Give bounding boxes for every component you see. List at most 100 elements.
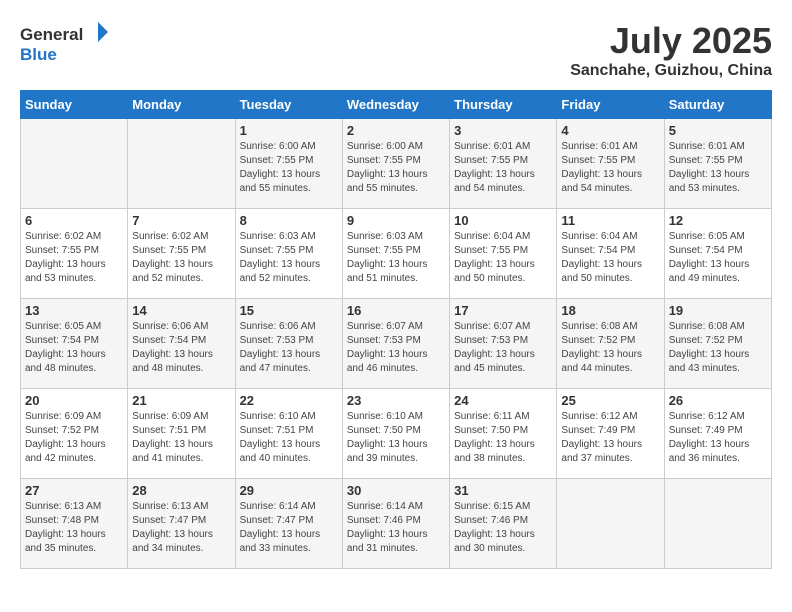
calendar-cell: 21 Sunrise: 6:09 AMSunset: 7:51 PMDayligh… — [128, 389, 235, 479]
svg-text:General: General — [20, 25, 83, 44]
calendar-cell: 8 Sunrise: 6:03 AMSunset: 7:55 PMDaylight… — [235, 209, 342, 299]
day-info: Sunrise: 6:10 AMSunset: 7:51 PMDaylight:… — [240, 410, 338, 466]
calendar-cell: 31 Sunrise: 6:15 AMSunset: 7:46 PMDayligh… — [450, 479, 557, 569]
day-info: Sunrise: 6:09 AMSunset: 7:51 PMDaylight:… — [132, 410, 230, 466]
calendar-day-header: Tuesday — [235, 91, 342, 119]
day-number: 22 — [240, 393, 338, 408]
day-info: Sunrise: 6:04 AMSunset: 7:55 PMDaylight:… — [454, 230, 552, 286]
calendar-week-row: 6Sunrise: 6:02 AMSunset: 7:55 PMDaylight… — [21, 209, 772, 299]
calendar-week-row: 1 Sunrise: 6:00 AMSunset: 7:55 PMDaylight… — [21, 119, 772, 209]
calendar-day-header: Thursday — [450, 91, 557, 119]
svg-text:Blue: Blue — [20, 45, 57, 64]
calendar-cell: 5 Sunrise: 6:01 AMSunset: 7:55 PMDaylight… — [664, 119, 771, 209]
day-number: 18 — [561, 303, 659, 318]
calendar-cell — [664, 479, 771, 569]
day-info: Sunrise: 6:13 AMSunset: 7:48 PMDaylight:… — [25, 500, 123, 556]
day-number: 26 — [669, 393, 767, 408]
calendar-cell: 19Sunrise: 6:08 AMSunset: 7:52 PMDayligh… — [664, 299, 771, 389]
day-number: 31 — [454, 483, 552, 498]
calendar-cell: 9 Sunrise: 6:03 AMSunset: 7:55 PMDaylight… — [342, 209, 449, 299]
calendar-day-header: Sunday — [21, 91, 128, 119]
day-info: Sunrise: 6:05 AMSunset: 7:54 PMDaylight:… — [669, 230, 767, 286]
calendar-week-row: 13 Sunrise: 6:05 AMSunset: 7:54 PMDayligh… — [21, 299, 772, 389]
day-number: 3 — [454, 123, 552, 138]
calendar-cell: 11Sunrise: 6:04 AMSunset: 7:54 PMDayligh… — [557, 209, 664, 299]
day-number: 1 — [240, 123, 338, 138]
day-info: Sunrise: 6:00 AMSunset: 7:55 PMDaylight:… — [240, 140, 338, 196]
day-number: 20 — [25, 393, 123, 408]
calendar-cell: 26Sunrise: 6:12 AMSunset: 7:49 PMDayligh… — [664, 389, 771, 479]
calendar-cell: 22 Sunrise: 6:10 AMSunset: 7:51 PMDayligh… — [235, 389, 342, 479]
day-number: 25 — [561, 393, 659, 408]
calendar-cell: 15Sunrise: 6:06 AMSunset: 7:53 PMDayligh… — [235, 299, 342, 389]
calendar-cell: 30 Sunrise: 6:14 AMSunset: 7:46 PMDayligh… — [342, 479, 449, 569]
calendar-cell: 12 Sunrise: 6:05 AMSunset: 7:54 PMDayligh… — [664, 209, 771, 299]
calendar-cell: 16Sunrise: 6:07 AMSunset: 7:53 PMDayligh… — [342, 299, 449, 389]
calendar-cell — [21, 119, 128, 209]
calendar-day-header: Monday — [128, 91, 235, 119]
day-info: Sunrise: 6:03 AMSunset: 7:55 PMDaylight:… — [240, 230, 338, 286]
day-number: 27 — [25, 483, 123, 498]
calendar-cell: 2 Sunrise: 6:00 AMSunset: 7:55 PMDaylight… — [342, 119, 449, 209]
day-number: 24 — [454, 393, 552, 408]
calendar-cell — [557, 479, 664, 569]
calendar-cell: 17Sunrise: 6:07 AMSunset: 7:53 PMDayligh… — [450, 299, 557, 389]
day-info: Sunrise: 6:14 AMSunset: 7:47 PMDaylight:… — [240, 500, 338, 556]
day-number: 5 — [669, 123, 767, 138]
day-info: Sunrise: 6:06 AMSunset: 7:53 PMDaylight:… — [240, 320, 338, 376]
day-info: Sunrise: 6:04 AMSunset: 7:54 PMDaylight:… — [561, 230, 659, 286]
month-title: July 2025 — [570, 20, 772, 62]
calendar-week-row: 20 Sunrise: 6:09 AMSunset: 7:52 PMDayligh… — [21, 389, 772, 479]
location-title: Sanchahe, Guizhou, China — [570, 62, 772, 80]
calendar-cell — [128, 119, 235, 209]
calendar-cell: 6Sunrise: 6:02 AMSunset: 7:55 PMDaylight… — [21, 209, 128, 299]
day-info: Sunrise: 6:13 AMSunset: 7:47 PMDaylight:… — [132, 500, 230, 556]
day-number: 9 — [347, 213, 445, 228]
day-number: 23 — [347, 393, 445, 408]
calendar-cell: 27 Sunrise: 6:13 AMSunset: 7:48 PMDayligh… — [21, 479, 128, 569]
day-info: Sunrise: 6:07 AMSunset: 7:53 PMDaylight:… — [454, 320, 552, 376]
day-info: Sunrise: 6:00 AMSunset: 7:55 PMDaylight:… — [347, 140, 445, 196]
calendar-day-header: Wednesday — [342, 91, 449, 119]
calendar-cell: 29 Sunrise: 6:14 AMSunset: 7:47 PMDayligh… — [235, 479, 342, 569]
calendar-cell: 18 Sunrise: 6:08 AMSunset: 7:52 PMDayligh… — [557, 299, 664, 389]
day-number: 21 — [132, 393, 230, 408]
day-info: Sunrise: 6:01 AMSunset: 7:55 PMDaylight:… — [669, 140, 767, 196]
calendar-cell: 20 Sunrise: 6:09 AMSunset: 7:52 PMDayligh… — [21, 389, 128, 479]
calendar-table: SundayMondayTuesdayWednesdayThursdayFrid… — [20, 90, 772, 569]
day-info: Sunrise: 6:08 AMSunset: 7:52 PMDaylight:… — [561, 320, 659, 376]
day-number: 28 — [132, 483, 230, 498]
day-info: Sunrise: 6:09 AMSunset: 7:52 PMDaylight:… — [25, 410, 123, 466]
calendar-day-header: Saturday — [664, 91, 771, 119]
calendar-cell: 3Sunrise: 6:01 AMSunset: 7:55 PMDaylight… — [450, 119, 557, 209]
day-info: Sunrise: 6:02 AMSunset: 7:55 PMDaylight:… — [25, 230, 123, 286]
day-number: 19 — [669, 303, 767, 318]
day-number: 13 — [25, 303, 123, 318]
page-header: General Blue July 2025 Sanchahe, Guizhou… — [20, 20, 772, 80]
day-number: 30 — [347, 483, 445, 498]
calendar-cell: 23 Sunrise: 6:10 AMSunset: 7:50 PMDayligh… — [342, 389, 449, 479]
calendar-cell: 24 Sunrise: 6:11 AMSunset: 7:50 PMDayligh… — [450, 389, 557, 479]
day-info: Sunrise: 6:15 AMSunset: 7:46 PMDaylight:… — [454, 500, 552, 556]
calendar-cell: 7Sunrise: 6:02 AMSunset: 7:55 PMDaylight… — [128, 209, 235, 299]
day-info: Sunrise: 6:12 AMSunset: 7:49 PMDaylight:… — [561, 410, 659, 466]
day-number: 2 — [347, 123, 445, 138]
logo-svg: General Blue — [20, 20, 110, 65]
day-number: 10 — [454, 213, 552, 228]
calendar-cell: 4Sunrise: 6:01 AMSunset: 7:55 PMDaylight… — [557, 119, 664, 209]
day-number: 8 — [240, 213, 338, 228]
day-info: Sunrise: 6:03 AMSunset: 7:55 PMDaylight:… — [347, 230, 445, 286]
day-info: Sunrise: 6:01 AMSunset: 7:55 PMDaylight:… — [561, 140, 659, 196]
calendar-header-row: SundayMondayTuesdayWednesdayThursdayFrid… — [21, 91, 772, 119]
calendar-cell: 13 Sunrise: 6:05 AMSunset: 7:54 PMDayligh… — [21, 299, 128, 389]
title-section: July 2025 Sanchahe, Guizhou, China — [570, 20, 772, 80]
day-number: 29 — [240, 483, 338, 498]
day-info: Sunrise: 6:05 AMSunset: 7:54 PMDaylight:… — [25, 320, 123, 376]
day-info: Sunrise: 6:14 AMSunset: 7:46 PMDaylight:… — [347, 500, 445, 556]
calendar-day-header: Friday — [557, 91, 664, 119]
calendar-cell: 1 Sunrise: 6:00 AMSunset: 7:55 PMDaylight… — [235, 119, 342, 209]
day-info: Sunrise: 6:02 AMSunset: 7:55 PMDaylight:… — [132, 230, 230, 286]
day-info: Sunrise: 6:11 AMSunset: 7:50 PMDaylight:… — [454, 410, 552, 466]
day-number: 12 — [669, 213, 767, 228]
day-info: Sunrise: 6:10 AMSunset: 7:50 PMDaylight:… — [347, 410, 445, 466]
